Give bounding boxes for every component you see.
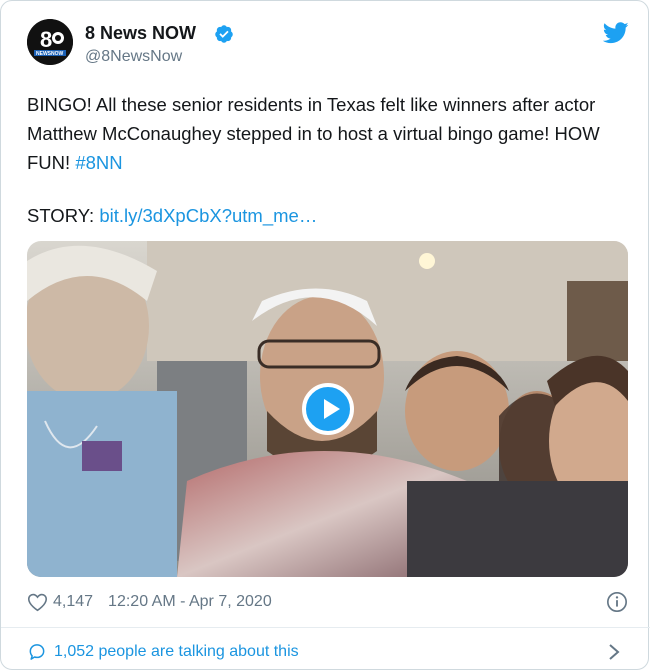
hashtag-link[interactable]: #8NN xyxy=(75,152,122,173)
heart-icon[interactable] xyxy=(27,592,48,612)
play-button[interactable] xyxy=(302,383,354,435)
story-label: STORY: xyxy=(27,205,100,226)
story-link[interactable]: bit.ly/3dXpCbX?utm_me… xyxy=(99,205,317,226)
footer-divider xyxy=(1,627,650,628)
speech-bubble-icon xyxy=(29,644,45,660)
verified-badge-icon xyxy=(215,25,233,43)
tweet-embed-card: 8 NEWSNOW 8 News NOW @8NewsNow BINGO! Al… xyxy=(0,0,650,670)
conversation-text: 1,052 people are talking about this xyxy=(54,643,299,660)
tweet-meta: 4,147 12:20 AM - Apr 7, 2020 xyxy=(27,590,272,614)
like-count[interactable]: 4,147 xyxy=(53,593,93,611)
account-avatar[interactable]: 8 NEWSNOW xyxy=(27,19,73,65)
story-line: STORY: bit.ly/3dXpCbX?utm_me… xyxy=(27,201,317,230)
tweet-timestamp[interactable]: 12:20 AM - Apr 7, 2020 xyxy=(108,593,272,611)
play-icon xyxy=(324,399,340,419)
svg-text:NEWSNOW: NEWSNOW xyxy=(36,51,64,57)
account-handle[interactable]: @8NewsNow xyxy=(85,48,182,66)
account-name[interactable]: 8 News NOW xyxy=(85,23,196,44)
svg-text:8: 8 xyxy=(40,27,52,52)
conversation-link[interactable]: 1,052 people are talking about this xyxy=(27,641,299,663)
chevron-right-icon[interactable] xyxy=(607,642,621,662)
twitter-bird-icon[interactable] xyxy=(603,22,629,44)
info-icon[interactable] xyxy=(606,591,628,613)
tweet-text: BINGO! All these senior residents in Tex… xyxy=(27,90,627,177)
news-logo-icon: 8 NEWSNOW xyxy=(27,19,73,65)
